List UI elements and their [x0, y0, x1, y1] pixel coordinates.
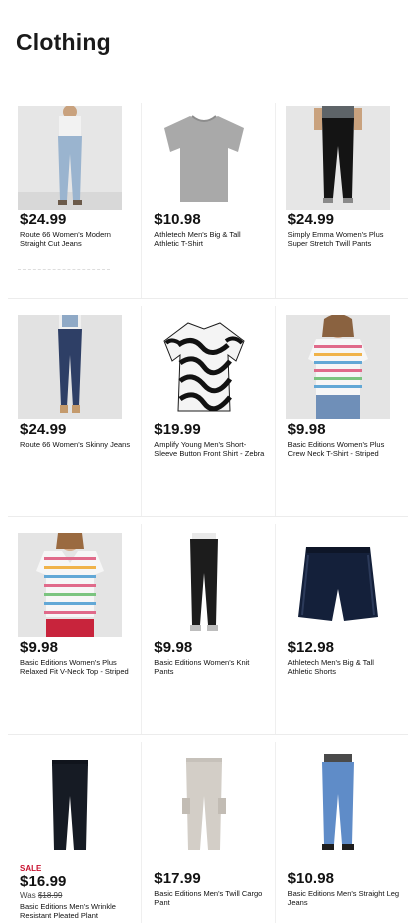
product-name[interactable]: Athletech Men's Big & Tall Athletic Shor… [288, 658, 400, 676]
product-name[interactable]: Basic Editions Women's Plus Relaxed Fit … [20, 658, 132, 676]
product-card[interactable]: $24.99 Route 66 Women's Modern Straight … [8, 103, 141, 298]
product-name[interactable]: Basic Editions Women's Knit Pants [154, 658, 266, 676]
product-card[interactable]: $24.99 Simply Emma Women's Plus Super St… [274, 103, 408, 298]
product-image[interactable] [18, 754, 122, 858]
page-title: Clothing [16, 29, 111, 55]
original-price: $18.99 [37, 891, 63, 900]
product-card[interactable]: $17.99 Basic Editions Men's Twill Cargo … [141, 742, 274, 923]
product-grid: $24.99 Route 66 Women's Modern Straight … [8, 103, 408, 923]
product-price: $16.99 [20, 873, 67, 890]
product-row: $9.98 Basic Editions Women's Plus Relaxe… [8, 524, 408, 735]
product-image[interactable] [285, 106, 390, 210]
product-name[interactable]: Basic Editions Men's Straight Leg Jeans [288, 889, 400, 907]
product-price: $24.99 [20, 421, 67, 438]
product-row: SALE $16.99 Was $18.99 Basic Editions Me… [8, 742, 408, 923]
product-image[interactable] [18, 533, 122, 637]
product-image[interactable] [152, 315, 257, 419]
product-image[interactable] [152, 533, 257, 637]
product-image[interactable] [18, 315, 122, 419]
product-card[interactable]: $9.98 Basic Editions Women's Plus Relaxe… [8, 524, 141, 734]
product-name[interactable]: Basic Editions Men's Twill Cargo Pant [154, 889, 266, 907]
product-price: $10.98 [154, 211, 201, 228]
product-card[interactable]: $24.99 Route 66 Women's Skinny Jeans [8, 306, 141, 516]
product-price: $19.99 [154, 421, 201, 438]
product-card[interactable]: SALE $16.99 Was $18.99 Basic Editions Me… [8, 742, 141, 923]
product-name[interactable]: Athletech Men's Big & Tall Athletic T-Sh… [154, 230, 266, 248]
divider [18, 269, 110, 270]
product-name[interactable]: Route 66 Women's Skinny Jeans [20, 440, 132, 449]
product-image[interactable] [285, 533, 390, 637]
product-row: $24.99 Route 66 Women's Skinny Jeans $19 [8, 306, 408, 517]
product-price: $24.99 [287, 211, 335, 228]
product-price: $12.98 [287, 639, 335, 656]
product-card[interactable]: $10.98 Athletech Men's Big & Tall Athlet… [141, 103, 274, 298]
product-name[interactable]: Amplify Young Men's Short-Sleeve Button … [154, 440, 266, 458]
was-price: Was $18.99 [20, 891, 132, 901]
product-price: $9.98 [287, 421, 326, 438]
product-image[interactable] [152, 754, 257, 858]
product-card[interactable]: $12.98 Athletech Men's Big & Tall Athlet… [274, 524, 408, 734]
product-name[interactable]: Route 66 Women's Modern Straight Cut Jea… [20, 230, 132, 248]
product-price: $24.99 [20, 211, 67, 228]
product-price: $10.98 [287, 870, 335, 887]
product-price: $9.98 [154, 639, 193, 656]
product-card[interactable]: $9.98 Basic Editions Women's Plus Crew N… [274, 306, 408, 516]
product-name[interactable]: Basic Editions Women's Plus Crew Neck T-… [288, 440, 400, 458]
product-image[interactable] [152, 106, 257, 210]
product-card[interactable]: $10.98 Basic Editions Men's Straight Leg… [274, 742, 408, 923]
product-name[interactable]: Simply Emma Women's Plus Super Stretch T… [288, 230, 400, 248]
was-label: Was [20, 891, 36, 900]
product-name[interactable]: Basic Editions Men's Wrinkle Resistant P… [20, 902, 132, 920]
product-image[interactable] [18, 106, 122, 210]
product-card[interactable]: $19.99 Amplify Young Men's Short-Sleeve … [141, 306, 274, 516]
product-card[interactable]: $9.98 Basic Editions Women's Knit Pants [141, 524, 274, 734]
sale-badge: SALE [20, 864, 42, 873]
product-price: $17.99 [154, 870, 201, 887]
product-image[interactable] [285, 754, 390, 858]
product-row: $24.99 Route 66 Women's Modern Straight … [8, 103, 408, 299]
product-price: $9.98 [20, 639, 59, 656]
product-image[interactable] [285, 315, 390, 419]
